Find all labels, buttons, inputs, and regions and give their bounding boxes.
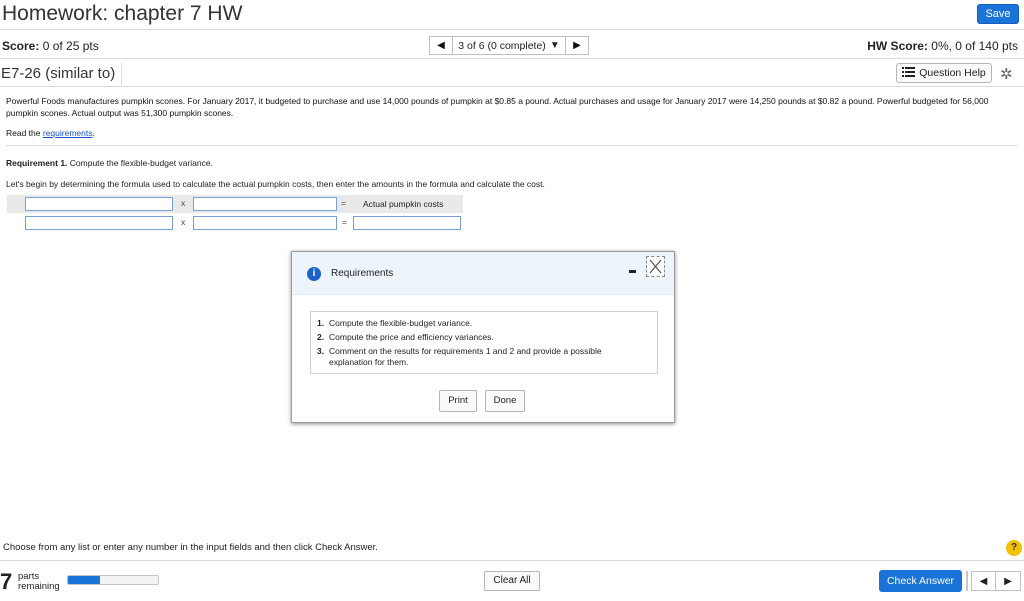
help-icon[interactable]: ? [1006, 540, 1022, 556]
question-position: 3 of 6 (0 complete) [458, 39, 546, 52]
formula-input-2[interactable] [193, 197, 337, 211]
hw-score-label: HW Score: [867, 39, 928, 53]
score: Score: 0 of 25 pts [2, 39, 99, 53]
dialog-header: i Requirements [292, 252, 674, 295]
formula-value-row: x = [7, 214, 463, 232]
question-selector[interactable]: 3 of 6 (0 complete) ▼ [452, 37, 566, 54]
prev-part-button[interactable]: ◀ [972, 572, 996, 590]
print-button[interactable]: Print [439, 390, 477, 412]
read-suffix: . [92, 128, 95, 138]
check-answer-button[interactable]: Check Answer [879, 570, 962, 592]
item-number: 1. [317, 318, 325, 328]
prev-arrow-icon: ◀ [437, 40, 445, 51]
score-label: Score: [2, 39, 40, 53]
formula-input-1[interactable] [25, 197, 173, 211]
question-help-label: Question Help [919, 67, 986, 79]
question-help-button[interactable]: Question Help [896, 63, 992, 83]
item-text: Comment on the results for requirements … [329, 346, 602, 367]
parts-label-line2: remaining [18, 581, 60, 592]
read-prefix: Read the [6, 128, 41, 138]
gear-icon[interactable]: ✲ [1000, 65, 1013, 83]
info-icon: i [307, 267, 321, 281]
dialog-title: Requirements [331, 268, 394, 279]
problem-text: Powerful Foods manufactures pumpkin scon… [6, 96, 989, 118]
clear-all-button[interactable]: Clear All [484, 571, 540, 591]
question-title: E7-26 (similar to) [0, 63, 123, 85]
next-part-button[interactable]: ▶ [996, 572, 1020, 590]
progress-bar [67, 575, 159, 585]
done-button[interactable]: Done [485, 390, 525, 412]
divider [6, 145, 1017, 146]
equals-sign: = [342, 217, 347, 227]
progress-fill [68, 576, 100, 584]
problem-area: Powerful Foods manufactures pumpkin scon… [6, 96, 1016, 138]
dropdown-caret-icon: ▼ [549, 40, 560, 51]
next-arrow-icon: ▶ [1004, 575, 1012, 587]
requirement-heading: Requirement 1. Compute the flexible-budg… [6, 158, 213, 168]
save-button[interactable]: Save [977, 4, 1019, 24]
footer-bar: 7 parts remaining Clear All Check Answer… [0, 560, 1024, 601]
price-input[interactable] [193, 216, 337, 230]
requirements-link[interactable]: requirements [43, 128, 93, 138]
question-list-icon [902, 66, 916, 80]
formula-table: x = Actual pumpkin costs x = [7, 195, 463, 233]
hw-score: HW Score: 0%, 0 of 140 pts [867, 39, 1018, 53]
times-sign: x [181, 217, 186, 227]
list-item: 3. Comment on the results for requirement… [317, 346, 657, 368]
question-navigator: ◀ 3 of 6 (0 complete) ▼ ▶ [429, 36, 589, 55]
requirement-label: Requirement 1. [6, 158, 68, 168]
requirement-instruction: Let's begin by determining the formula u… [6, 179, 545, 189]
quantity-input[interactable] [25, 216, 173, 230]
footer-navigator: ◀ ▶ [971, 571, 1021, 591]
header-bar: Homework: chapter 7 HW Save [0, 0, 1024, 30]
actual-cost-input[interactable] [353, 216, 461, 230]
question-bar: E7-26 (similar to) Question Help ✲ [0, 60, 1024, 87]
footer-instruction: Choose from any list or enter any number… [3, 542, 378, 553]
prev-question-button[interactable]: ◀ [430, 37, 452, 54]
times-sign: x [181, 198, 186, 208]
item-number: 2. [317, 332, 325, 342]
read-requirements: Read the requirements. [6, 128, 1016, 138]
requirements-list: 1. Compute the flexible-budget variance. … [317, 318, 657, 368]
list-item: 1. Compute the flexible-budget variance. [317, 318, 657, 329]
item-text: Compute the price and efficiency varianc… [329, 332, 494, 342]
requirements-dialog: i Requirements 1. Compute the flexible-bu… [291, 251, 675, 423]
score-bar: Score: 0 of 25 pts ◀ 3 of 6 (0 complete)… [0, 31, 1024, 59]
parts-label: parts remaining [18, 572, 60, 592]
divider [966, 571, 968, 591]
page-title: Homework: chapter 7 HW [2, 2, 243, 25]
parts-count: 7 [0, 569, 13, 594]
hw-score-value: 0%, 0 of 140 pts [931, 39, 1018, 53]
minimize-icon[interactable] [629, 270, 636, 273]
score-value: 0 of 25 pts [42, 39, 99, 53]
next-arrow-icon: ▶ [573, 40, 581, 51]
formula-header-row: x = Actual pumpkin costs [7, 195, 463, 213]
item-number: 3. [317, 346, 325, 356]
equals-sign: = [341, 198, 346, 208]
requirement-text: Compute the flexible-budget variance. [69, 158, 213, 168]
next-question-button[interactable]: ▶ [566, 37, 588, 54]
close-icon[interactable] [646, 256, 665, 277]
formula-result-label: Actual pumpkin costs [363, 199, 444, 209]
item-text: Compute the flexible-budget variance. [329, 318, 473, 328]
prev-arrow-icon: ◀ [979, 575, 988, 587]
requirements-list-box: 1. Compute the flexible-budget variance. … [310, 311, 658, 374]
list-item: 2. Compute the price and efficiency varia… [317, 332, 657, 343]
